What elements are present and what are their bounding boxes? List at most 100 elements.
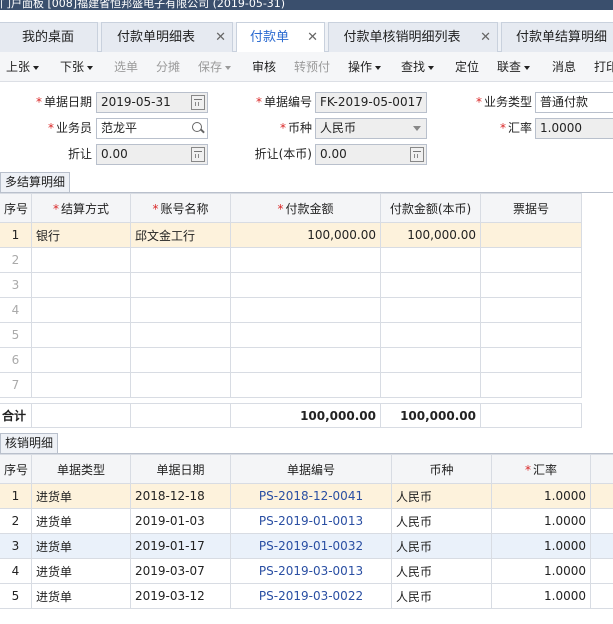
table-row[interactable]: 1 进货单 2018-12-18 PS-2018-12-0041 人民币 1.0… [0, 483, 613, 509]
table-row[interactable]: 3 进货单 2019-01-17 PS-2019-01-0032 人民币 1.0… [0, 533, 613, 559]
cell-doc-date[interactable]: 2019-03-07 [130, 558, 231, 584]
discount-field[interactable]: 0.00 [96, 144, 208, 165]
operate-menu-button[interactable]: 操作 [348, 52, 382, 82]
cell-ticket[interactable] [480, 222, 582, 248]
business-type-select[interactable]: 普通付款 [535, 92, 613, 113]
cell-currency[interactable]: 人民币 [391, 533, 492, 559]
currency-select[interactable]: 人民币 [315, 118, 427, 139]
tab-payment-detail-report[interactable]: 付款单明细表 ✕ [101, 22, 233, 52]
column-header-doc-date[interactable]: 单据日期 [130, 454, 231, 484]
find-menu-button[interactable]: 查找 [401, 52, 435, 82]
table-row[interactable]: 3 [0, 272, 582, 298]
column-header-doc-number[interactable]: 单据编号 [230, 454, 392, 484]
column-header-amount[interactable]: * 付款金额 [230, 193, 381, 223]
cell-currency[interactable]: 人民币 [391, 483, 492, 509]
save-button[interactable]: 保存 [198, 52, 232, 82]
allocate-button[interactable]: 分摊 [156, 52, 180, 82]
tab-payment-writeoff-list[interactable]: 付款单核销明细列表 ✕ [328, 22, 498, 52]
chevron-down-icon [428, 65, 435, 70]
table-row[interactable]: 2 进货单 2019-01-03 PS-2019-01-0013 人民币 1.0… [0, 508, 613, 534]
cell-doc-type[interactable]: 进货单 [31, 533, 131, 559]
tab-payment-voucher[interactable]: 付款单 ✕ [236, 22, 325, 53]
close-icon[interactable]: ✕ [307, 23, 318, 53]
prev-record-button[interactable]: 上张 [6, 52, 40, 82]
cell-doc-number-link[interactable]: PS-2019-03-0013 [230, 558, 392, 584]
tab-payment-settlement-detail[interactable]: 付款单结算明细 [501, 22, 613, 52]
table-row[interactable]: 4 进货单 2019-03-07 PS-2019-03-0013 人民币 1.0… [0, 558, 613, 584]
row-index: 2 [0, 508, 32, 534]
table-row[interactable]: 1 银行 邱文金工行 100,000.00 100,000.00 [0, 222, 582, 248]
column-header-rate[interactable]: * 汇率 [491, 454, 591, 484]
column-header-account[interactable]: * 账号名称 [130, 193, 231, 223]
search-icon[interactable] [191, 121, 205, 136]
table-header-row: 序号 单据类型 单据日期 单据编号 币种 * 汇率 [0, 454, 613, 484]
cell-rate[interactable]: 1.0000 [491, 508, 591, 534]
tab-multi-settlement[interactable]: 多结算明细 [0, 172, 71, 192]
chevron-down-icon [87, 65, 94, 70]
cell-doc-date[interactable]: 2019-01-03 [130, 508, 231, 534]
print-button[interactable]: 打印 [594, 52, 613, 82]
audit-button[interactable]: 审核 [252, 52, 276, 82]
cell-rate[interactable]: 1.0000 [491, 583, 591, 609]
cell-doc-type[interactable]: 进货单 [31, 483, 131, 509]
cell-rate[interactable]: 1.0000 [491, 483, 591, 509]
discount-local-field[interactable]: 0.00 [315, 144, 427, 165]
currency-label: * 币种 [279, 121, 312, 135]
column-header-method[interactable]: * 结算方式 [31, 193, 131, 223]
select-doc-button[interactable]: 选单 [114, 52, 138, 82]
column-header-doc-type[interactable]: 单据类型 [31, 454, 131, 484]
total-label: 合计 [0, 403, 32, 428]
row-index: 1 [0, 483, 32, 509]
calculator-icon[interactable] [410, 147, 424, 162]
total-row: 合计 100,000.00 100,000.00 [0, 403, 582, 428]
cell-doc-number-link[interactable]: PS-2019-01-0032 [230, 533, 392, 559]
exchange-rate-field[interactable]: 1.0000 [535, 118, 613, 139]
cell-amount-local[interactable]: 100,000.00 [380, 222, 481, 248]
column-header-index: 序号 [0, 193, 32, 223]
tab-writeoff-detail[interactable]: 核销明细 [0, 433, 59, 453]
cell-currency[interactable]: 人民币 [391, 583, 492, 609]
table-row[interactable]: 7 [0, 372, 582, 398]
calculator-icon[interactable] [191, 147, 205, 162]
cell-doc-date[interactable]: 2018-12-18 [130, 483, 231, 509]
calendar-icon[interactable] [191, 95, 205, 110]
cell-doc-type[interactable]: 进货单 [31, 558, 131, 584]
close-icon[interactable]: ✕ [215, 23, 226, 52]
cell-currency[interactable]: 人民币 [391, 558, 492, 584]
exchange-rate-label: * 汇率 [499, 121, 532, 135]
writeoff-table: 序号 单据类型 单据日期 单据编号 币种 * 汇率 1 进货单 2018-12-1… [0, 454, 613, 609]
cell-doc-type[interactable]: 进货单 [31, 508, 131, 534]
staff-field[interactable]: 范龙平 [96, 118, 208, 139]
message-button[interactable]: 消息 [552, 52, 576, 82]
cell-rate[interactable]: 1.0000 [491, 533, 591, 559]
cell-doc-number-link[interactable]: PS-2019-03-0022 [230, 583, 392, 609]
cell-currency[interactable]: 人民币 [391, 508, 492, 534]
column-header-ticket[interactable]: 票据号 [480, 193, 582, 223]
cell-doc-type[interactable]: 进货单 [31, 583, 131, 609]
cell-rate[interactable]: 1.0000 [491, 558, 591, 584]
cell-doc-date[interactable]: 2019-01-17 [130, 533, 231, 559]
linked-query-button[interactable]: 联查 [497, 52, 531, 82]
cell-doc-number-link[interactable]: PS-2019-01-0013 [230, 508, 392, 534]
close-icon[interactable]: ✕ [480, 23, 491, 52]
table-row[interactable]: 2 [0, 247, 582, 273]
column-header-amount-local[interactable]: 付款金额(本币) [380, 193, 481, 223]
doc-date-field[interactable]: 2019-05-31 [96, 92, 208, 113]
doc-number-field[interactable]: FK-2019-05-0017 [315, 92, 427, 113]
table-row[interactable]: 4 [0, 297, 582, 323]
column-header-currency[interactable]: 币种 [391, 454, 492, 484]
locate-button[interactable]: 定位 [455, 52, 479, 82]
cell-account[interactable]: 邱文金工行 [130, 222, 231, 248]
chevron-down-icon[interactable] [410, 121, 424, 136]
table-row[interactable]: 6 [0, 347, 582, 373]
row-index: 4 [0, 297, 32, 323]
table-row[interactable]: 5 进货单 2019-03-12 PS-2019-03-0022 人民币 1.0… [0, 583, 613, 609]
convert-prepay-button[interactable]: 转预付 [294, 52, 330, 82]
cell-doc-date[interactable]: 2019-03-12 [130, 583, 231, 609]
tab-my-desktop[interactable]: 我的桌面 [0, 22, 98, 52]
cell-doc-number-link[interactable]: PS-2018-12-0041 [230, 483, 392, 509]
cell-method[interactable]: 银行 [31, 222, 131, 248]
table-row[interactable]: 5 [0, 322, 582, 348]
next-record-button[interactable]: 下张 [60, 52, 94, 82]
cell-amount[interactable]: 100,000.00 [230, 222, 381, 248]
